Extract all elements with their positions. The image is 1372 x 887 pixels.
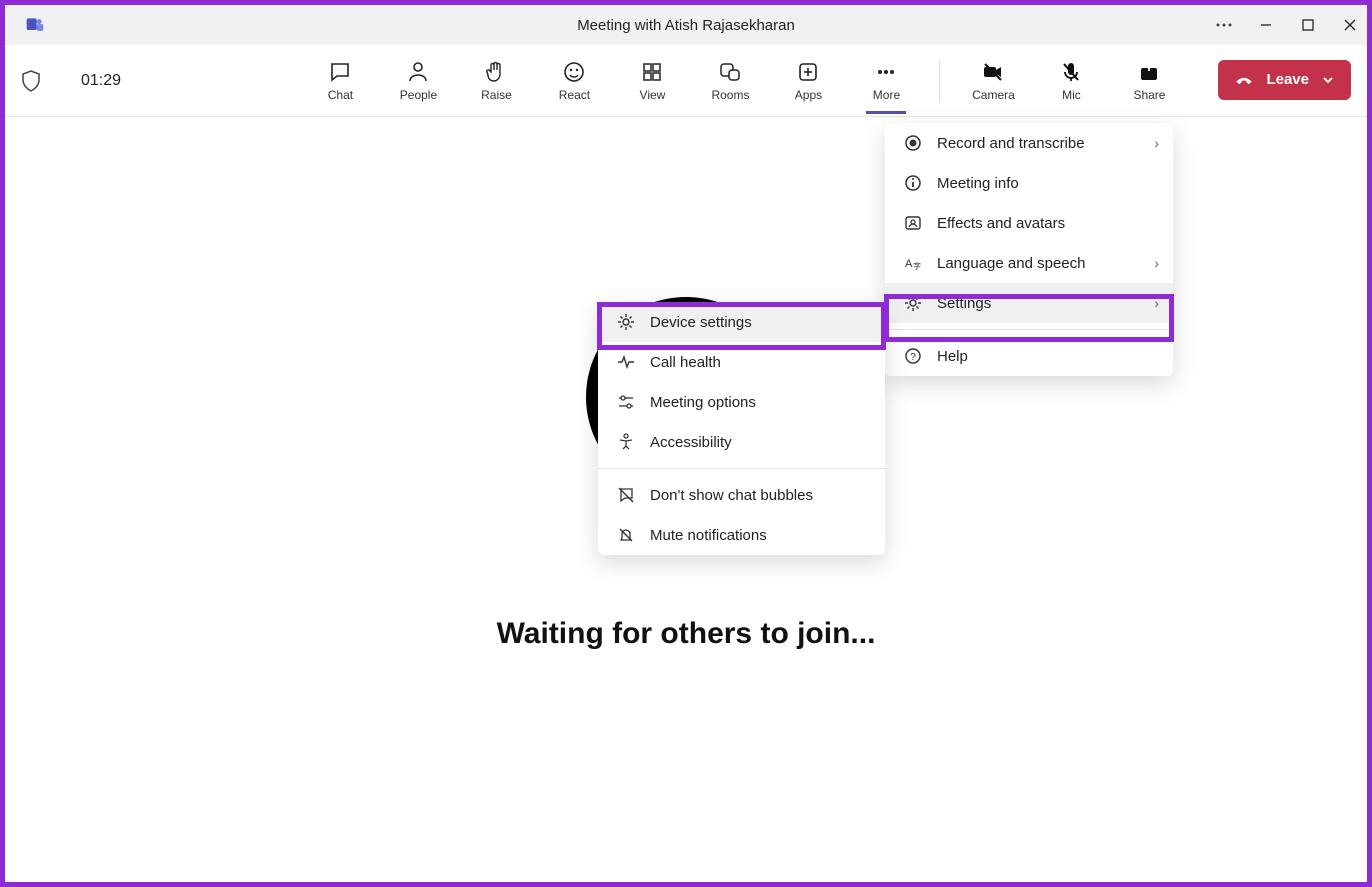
svg-text:?: ?: [910, 352, 916, 363]
maximize-button[interactable]: [1299, 16, 1317, 34]
record-menu-item[interactable]: Record and transcribe ›: [885, 123, 1173, 163]
help-icon: ?: [903, 346, 923, 366]
chat-bubbles-menu-item[interactable]: Don't show chat bubbles: [598, 475, 885, 515]
waiting-message: Waiting for others to join...: [497, 617, 876, 651]
bell-off-icon: [616, 525, 636, 545]
info-icon: [903, 173, 923, 193]
share-icon: [1137, 60, 1161, 84]
pulse-icon: [616, 352, 636, 372]
meeting-info-menu-item[interactable]: Meeting info: [885, 163, 1173, 203]
meeting-timer: 01:29: [81, 72, 121, 90]
gear-icon: [903, 293, 923, 313]
effects-menu-item[interactable]: Effects and avatars: [885, 203, 1173, 243]
minimize-button[interactable]: [1257, 16, 1275, 34]
rooms-icon: [718, 60, 742, 84]
language-icon: A字: [903, 253, 923, 273]
raise-hand-icon: [484, 60, 508, 84]
chevron-down-icon: [1321, 73, 1335, 87]
accessibility-menu-item[interactable]: Accessibility: [598, 422, 885, 462]
close-button[interactable]: [1341, 16, 1359, 34]
menu-separator: [885, 329, 1173, 330]
camera-off-icon: [981, 60, 1005, 84]
apps-button[interactable]: Apps: [783, 60, 833, 102]
sliders-icon: [616, 392, 636, 412]
teams-logo-icon: [25, 15, 45, 35]
chat-button[interactable]: Chat: [315, 60, 365, 102]
toolbar-divider: [939, 60, 940, 102]
camera-button[interactable]: Camera: [968, 60, 1018, 102]
people-button[interactable]: People: [393, 60, 443, 102]
titlebar: Meeting with Atish Rajasekharan: [5, 5, 1367, 45]
chat-off-icon: [616, 485, 636, 505]
emoji-icon: [562, 60, 586, 84]
more-button[interactable]: More: [861, 60, 911, 102]
apps-icon: [796, 60, 820, 84]
device-settings-menu-item[interactable]: Device settings: [598, 302, 885, 342]
more-options-icon[interactable]: [1215, 16, 1233, 34]
grid-icon: [640, 60, 664, 84]
view-button[interactable]: View: [627, 60, 677, 102]
hangup-icon: [1234, 70, 1254, 90]
record-icon: [903, 133, 923, 153]
svg-text:A: A: [905, 258, 913, 270]
settings-menu-item[interactable]: Settings ›: [885, 283, 1173, 323]
chat-icon: [328, 60, 352, 84]
more-icon: [874, 60, 898, 84]
settings-submenu: Device settings Call health Meeting opti…: [598, 302, 885, 555]
people-icon: [406, 60, 430, 84]
window-title: Meeting with Atish Rajasekharan: [577, 17, 795, 34]
svg-text:字: 字: [913, 261, 921, 271]
help-menu-item[interactable]: ? Help: [885, 336, 1173, 376]
react-button[interactable]: React: [549, 60, 599, 102]
mic-off-icon: [1059, 60, 1083, 84]
chevron-right-icon: ›: [1154, 135, 1159, 151]
rooms-button[interactable]: Rooms: [705, 60, 755, 102]
raise-hand-button[interactable]: Raise: [471, 60, 521, 102]
menu-separator: [598, 468, 885, 469]
language-menu-item[interactable]: A字 Language and speech ›: [885, 243, 1173, 283]
chevron-right-icon: ›: [1154, 295, 1159, 311]
leave-button[interactable]: Leave: [1218, 60, 1351, 100]
meeting-toolbar: 01:29 Chat People Raise React View: [5, 45, 1367, 117]
shield-icon[interactable]: [21, 70, 41, 92]
more-menu: Record and transcribe › Meeting info Eff…: [885, 123, 1173, 376]
effects-icon: [903, 213, 923, 233]
mic-button[interactable]: Mic: [1046, 60, 1096, 102]
call-health-menu-item[interactable]: Call health: [598, 342, 885, 382]
meeting-options-menu-item[interactable]: Meeting options: [598, 382, 885, 422]
mute-notifications-menu-item[interactable]: Mute notifications: [598, 515, 885, 555]
share-button[interactable]: Share: [1124, 60, 1174, 102]
accessibility-icon: [616, 432, 636, 452]
chevron-right-icon: ›: [1154, 255, 1159, 271]
gear-icon: [616, 312, 636, 332]
